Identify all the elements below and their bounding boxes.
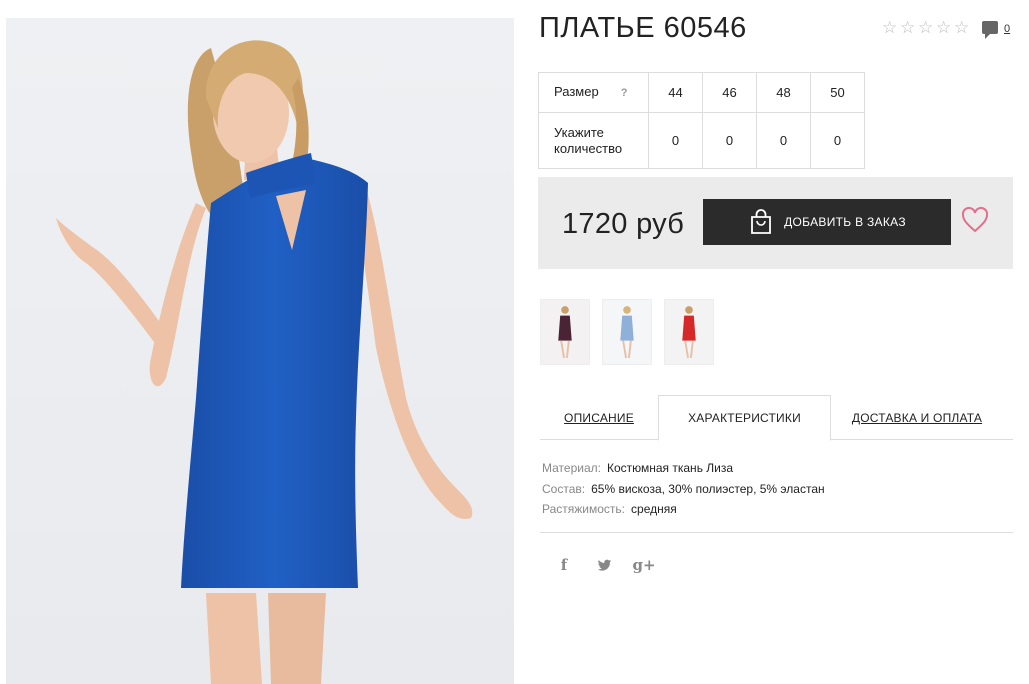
spec-row: Материал: Костюмная ткань Лиза [542, 458, 825, 479]
quantity-label-line2: количество [554, 140, 623, 156]
tab-characteristics[interactable]: ХАРАКТЕРИСТИКИ [658, 395, 831, 441]
characteristics-list: Материал: Костюмная ткань Лиза Состав: 65%… [542, 458, 825, 520]
price: 1720 руб [562, 208, 685, 240]
variant-thumb-bordeaux[interactable] [540, 299, 590, 365]
model-illustration [56, 40, 473, 684]
quantity-label-line1: Укажите [554, 124, 604, 140]
dress-thumb-image [665, 300, 713, 364]
tab-delivery-payment[interactable]: ДОСТАВКА И ОПЛАТА [831, 395, 1003, 440]
quantity-row: Укажите количество 0 0 0 0 [538, 112, 865, 169]
heart-icon[interactable] [960, 205, 990, 235]
shopping-bag-icon [751, 209, 772, 234]
spec-key: Материал: [542, 461, 601, 475]
spec-row: Состав: 65% вискоза, 30% полиэстер, 5% эл… [542, 479, 825, 500]
variant-thumbnails [540, 299, 714, 365]
comments-count[interactable]: 0 [1004, 23, 1010, 35]
social-share: f g+ [555, 556, 656, 574]
dress-thumb-image [603, 300, 651, 364]
size-table: Размер? 44 46 48 50 Укажите количество 0… [538, 72, 865, 169]
size-cell: 46 [702, 72, 757, 113]
quantity-input[interactable]: 0 [648, 112, 703, 169]
tab-description[interactable]: ОПИСАНИЕ [540, 395, 658, 440]
star-icon[interactable]: ☆ [936, 19, 952, 36]
quantity-input[interactable]: 0 [810, 112, 865, 169]
variant-thumb-red[interactable] [664, 299, 714, 365]
quantity-input[interactable]: 0 [756, 112, 811, 169]
spec-value: средняя [631, 502, 677, 516]
size-label-cell: Размер? [538, 72, 649, 113]
product-photo[interactable] [6, 18, 514, 684]
size-help-icon[interactable]: ? [621, 87, 628, 99]
add-to-order-label: ДОБАВИТЬ В ЗАКАЗ [784, 215, 906, 229]
add-to-order-button[interactable]: ДОБАВИТЬ В ЗАКАЗ [703, 199, 951, 245]
product-tabs: ОПИСАНИЕ ХАРАКТЕРИСТИКИ ДОСТАВКА И ОПЛАТ… [540, 395, 1013, 441]
star-icon[interactable]: ☆ [918, 19, 934, 36]
star-icon[interactable]: ☆ [882, 19, 898, 36]
comments-link[interactable]: 0 [982, 21, 1010, 39]
spec-value: 65% вискоза, 30% полиэстер, 5% эластан [591, 481, 825, 496]
spec-key: Состав: [542, 481, 586, 496]
comment-icon [982, 21, 998, 39]
dress-thumb-image [541, 300, 589, 364]
size-cell: 50 [810, 72, 865, 113]
quantity-input[interactable]: 0 [702, 112, 757, 169]
size-label: Размер [554, 84, 599, 99]
variant-thumb-light-blue[interactable] [602, 299, 652, 365]
price-box: 1720 руб ДОБАВИТЬ В ЗАКАЗ [538, 177, 1013, 269]
product-title: ПЛАТЬЕ 60546 [539, 12, 747, 44]
rating-stars[interactable]: ☆ ☆ ☆ ☆ ☆ [882, 19, 970, 36]
quantity-label-cell: Укажите количество [538, 112, 649, 169]
section-divider [540, 532, 1013, 533]
star-icon[interactable]: ☆ [900, 19, 916, 36]
google-plus-icon[interactable]: g+ [632, 556, 655, 574]
spec-key: Растяжимость: [542, 502, 626, 516]
spec-value: Костюмная ткань Лиза [606, 461, 734, 475]
size-cell: 48 [756, 72, 811, 113]
facebook-icon[interactable]: f [555, 556, 573, 574]
size-cell: 44 [648, 72, 703, 113]
size-row: Размер? 44 46 48 50 [538, 72, 865, 113]
twitter-icon[interactable] [595, 556, 613, 574]
twitter-bird-shape [597, 559, 611, 571]
spec-row: Растяжимость: средняя [542, 499, 825, 520]
star-icon[interactable]: ☆ [954, 19, 970, 36]
